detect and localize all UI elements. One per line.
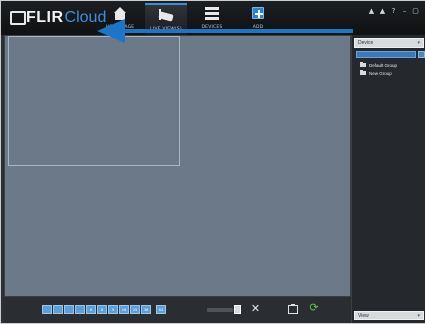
layout-25-button[interactable]: 25 [130, 305, 140, 314]
close-all-icon[interactable]: ✕ [250, 303, 261, 314]
layout-6-button[interactable]: 6 [86, 305, 96, 314]
folder-icon [360, 62, 366, 67]
chevron-down-icon: ▾ [417, 40, 420, 46]
layout-8-button[interactable]: 8 [97, 305, 107, 314]
device-search-input[interactable] [356, 51, 416, 58]
tree-item-new-group[interactable]: New Group [360, 70, 392, 76]
layout-4-button[interactable] [53, 305, 63, 314]
device-dropdown-label: Device [358, 40, 374, 46]
snapshot-icon[interactable] [288, 304, 298, 314]
layout-buttons: 6 8 9 16 25 36 64 [42, 305, 167, 314]
layout-9-button[interactable]: 9 [108, 305, 118, 314]
layout-5-button[interactable] [64, 305, 74, 314]
add-icon [250, 7, 266, 21]
window-controls: ▲ ▲ ? – ▢ [365, 7, 420, 16]
folder-icon [360, 70, 366, 75]
chevron-down-icon: ▾ [417, 313, 420, 319]
search-icon[interactable] [418, 51, 425, 58]
devices-icon [204, 7, 220, 21]
lock-icon[interactable]: ▲ [378, 7, 387, 16]
layout-5b-button[interactable] [75, 305, 85, 314]
maximize-icon[interactable]: ▢ [411, 7, 420, 16]
layout-1-button[interactable] [42, 305, 52, 314]
flir-cloud-window: FLIR Cloud HOME PAGE LIVE VIEW(S) [0, 0, 425, 324]
volume-slider-handle[interactable] [234, 305, 241, 314]
layout-16-button[interactable]: 16 [119, 305, 129, 314]
live-view-tile[interactable] [8, 36, 180, 166]
refresh-icon[interactable]: ⟳ [308, 302, 320, 314]
callout-arrow-line [121, 29, 353, 33]
tree-item-label: Default Group [369, 62, 398, 68]
live-view-toolbar: 6 8 9 16 25 36 64 ✕ ⟳ [4, 297, 351, 323]
logo-brand-text: FLIR [26, 9, 64, 26]
callout-arrow-icon [97, 19, 125, 43]
live-view-area[interactable] [4, 35, 351, 297]
device-dropdown[interactable]: Device ▾ [354, 38, 424, 48]
flir-cloud-logo: FLIR Cloud [9, 8, 106, 28]
help-icon[interactable]: ? [389, 7, 398, 16]
tree-item-default-group[interactable]: Default Group [360, 62, 397, 68]
flir-logo-icon [9, 11, 26, 25]
device-panel: Device ▾ Default Group New Group View ▾ [351, 35, 425, 323]
camera-icon [158, 9, 174, 23]
user-icon[interactable]: ▲ [367, 7, 376, 16]
volume-slider-track[interactable] [207, 308, 233, 312]
view-dropdown[interactable]: View ▾ [354, 311, 424, 320]
view-dropdown-label: View [358, 313, 369, 319]
tree-item-label: New Group [369, 70, 392, 76]
layout-64-button[interactable]: 64 [156, 305, 166, 314]
layout-36-button[interactable]: 36 [141, 305, 151, 314]
minimize-icon[interactable]: – [400, 7, 409, 16]
